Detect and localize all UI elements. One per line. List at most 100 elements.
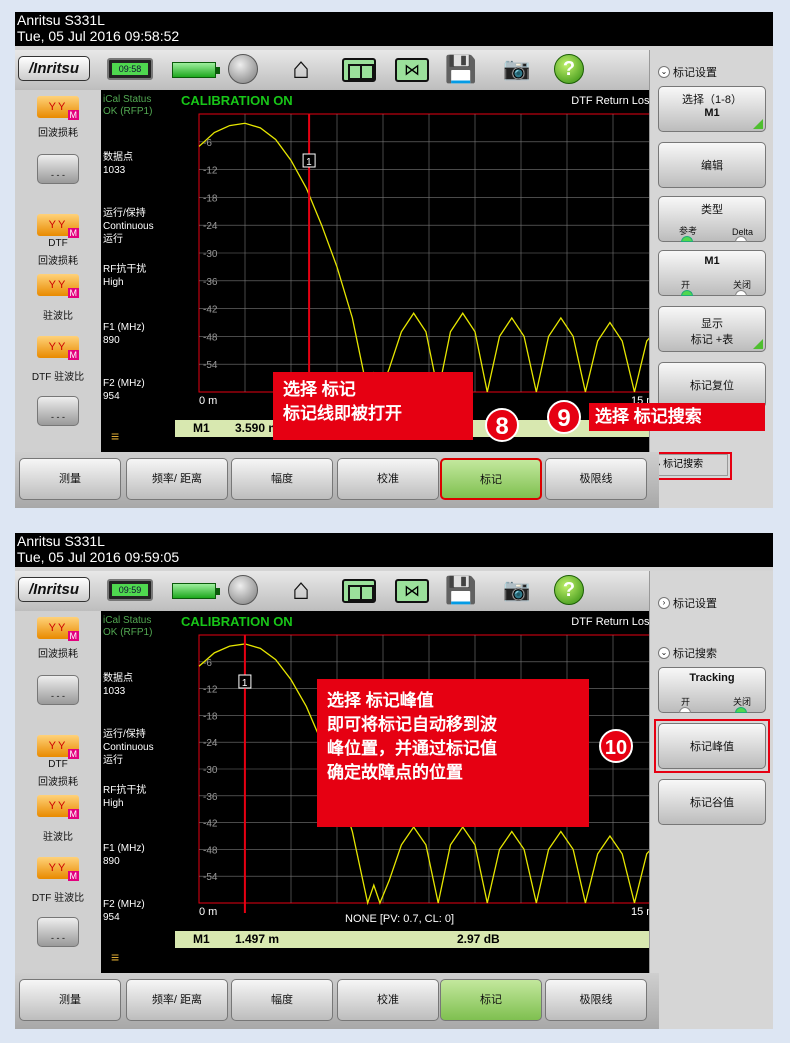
- empty-mode-button[interactable]: - - -: [37, 396, 79, 426]
- marker-setup-header[interactable]: › 标记设置: [658, 595, 717, 611]
- display-button[interactable]: 显示标记 +表: [658, 306, 766, 352]
- header-label: 标记设置: [673, 598, 717, 610]
- camera-icon[interactable]: 📷: [499, 575, 535, 605]
- menu-amplitude[interactable]: 幅度: [231, 458, 333, 500]
- search-status: NONE [PV: 0.7, CL: 0]: [345, 913, 455, 925]
- y-tick-label: -30: [203, 249, 218, 260]
- dtf-vswr-mode-icon[interactable]: YY M: [37, 857, 79, 891]
- help-icon[interactable]: ?: [554, 54, 584, 84]
- ical-value: OK (RFP1): [103, 627, 153, 638]
- y-tick-label: -18: [203, 711, 218, 722]
- points-label: 数据点: [103, 152, 133, 163]
- rf-value: High: [103, 798, 124, 809]
- device-name: Anritsu S331L: [17, 12, 105, 28]
- datetime: Tue, 05 Jul 2016 09:58:52: [17, 28, 180, 44]
- step-number-9: 9: [547, 400, 581, 434]
- menu-marker[interactable]: 标记: [440, 979, 542, 1021]
- mode-label: DTF 驻波比: [31, 893, 85, 904]
- datetime: Tue, 05 Jul 2016 09:59:05: [17, 549, 180, 565]
- f1-label: F1 (MHz): [103, 322, 145, 333]
- marker-valley-button[interactable]: 标记谷值: [658, 779, 766, 825]
- run-value-2: 运行: [103, 234, 123, 245]
- menu-marker[interactable]: 标记: [440, 458, 542, 500]
- rf-label: RF抗干扰: [103, 264, 147, 275]
- mode-column: YY M 回波损耗 - - - YY M DTF 回波损耗 YY M 驻波比 YY M …: [15, 611, 101, 973]
- select-marker-button[interactable]: 选择（1-8） M1: [658, 86, 766, 132]
- edit-button[interactable]: 编辑: [658, 142, 766, 188]
- run-value-2: 运行: [103, 755, 123, 766]
- option-off: 关闭: [732, 697, 751, 707]
- home-icon[interactable]: ⌂: [283, 54, 319, 84]
- highlight-box: [650, 452, 732, 480]
- menu-limit[interactable]: 极限线: [545, 979, 647, 1021]
- marker-type-toggle[interactable]: 类型 参考 Delta: [658, 196, 766, 242]
- layout-icon[interactable]: [342, 579, 376, 603]
- globe-icon[interactable]: [228, 54, 258, 84]
- y-tick-label: -24: [203, 738, 218, 749]
- home-icon[interactable]: ⌂: [283, 575, 319, 605]
- signal-icon[interactable]: ⋈: [395, 579, 429, 603]
- f2-label: F2 (MHz): [103, 899, 145, 910]
- marker-search-header[interactable]: ⌄ 标记搜索: [658, 645, 717, 661]
- selected-dot: [735, 707, 747, 713]
- empty-mode-button[interactable]: - - -: [37, 675, 79, 705]
- brand-logo: /Inritsu: [18, 577, 90, 602]
- mode-label: 驻波比: [43, 832, 73, 843]
- camera-icon[interactable]: 📷: [499, 54, 535, 84]
- vswr-mode-icon[interactable]: YY M: [37, 795, 79, 829]
- button-value: 标记 +表: [690, 334, 734, 346]
- marker-reset-button[interactable]: 标记复位: [658, 362, 766, 408]
- empty-mode-button[interactable]: - - -: [37, 154, 79, 184]
- tracking-toggle[interactable]: Tracking 开关闭: [658, 667, 766, 713]
- title-bar: Anritsu S331L Tue, 05 Jul 2016 09:58:52: [15, 12, 773, 46]
- marker-table-row: M1 1.497 m 2.97 dB: [175, 931, 659, 948]
- menu-amplitude[interactable]: 幅度: [231, 979, 333, 1021]
- analyzer-screen-2: Anritsu S331L Tue, 05 Jul 2016 09:59:05 …: [15, 533, 773, 1029]
- f1-value: 890: [103, 335, 120, 346]
- layout-icon[interactable]: [342, 58, 376, 82]
- globe-icon[interactable]: [228, 575, 258, 605]
- marker-setup-header[interactable]: ⌄ 标记设置: [658, 64, 717, 80]
- y-tick-label: -36: [203, 277, 218, 288]
- callout-line: 标记线即被打开: [283, 404, 402, 423]
- run-label: 运行/保持: [103, 729, 146, 740]
- mode-column: YY M 回波损耗 - - - YY M DTF 回波损耗 YY M 驻波比 YY M …: [15, 90, 101, 452]
- callout-step9: 选择 标记搜索: [589, 403, 765, 431]
- y-tick-label: -12: [203, 685, 218, 696]
- menu-measure[interactable]: 测量: [19, 458, 121, 500]
- marker-softkeys: ⌄ 标记设置 选择（1-8） M1 编辑 类型 参考 Delta M1 开关闭 显示标记 …: [649, 50, 773, 508]
- points-value: 1033: [103, 686, 126, 697]
- marker-on-off-toggle[interactable]: M1 开关闭: [658, 250, 766, 296]
- save-icon[interactable]: 💾: [443, 54, 479, 84]
- trace-line: [198, 122, 657, 395]
- list-icon[interactable]: ≡: [111, 429, 119, 443]
- marker-distance: 1.497 m: [235, 932, 280, 946]
- mode-label: 回波损耗: [38, 649, 78, 660]
- y-tick-label: -42: [203, 305, 218, 316]
- button-title: 显示: [701, 318, 723, 330]
- mode-label: 驻波比: [43, 311, 73, 322]
- unselected-dot: [679, 707, 691, 713]
- vswr-mode-icon[interactable]: YY M: [37, 274, 79, 308]
- mode-label: DTF 驻波比: [31, 372, 85, 383]
- dtf-vswr-mode-icon[interactable]: YY M: [37, 336, 79, 370]
- signal-icon[interactable]: ⋈: [395, 58, 429, 82]
- title-bar: Anritsu S331L Tue, 05 Jul 2016 09:59:05: [15, 533, 773, 567]
- y-tick-label: -54: [203, 360, 218, 371]
- menu-calibration[interactable]: 校准: [337, 979, 439, 1021]
- button-title: Tracking: [689, 672, 735, 684]
- empty-mode-button[interactable]: - - -: [37, 917, 79, 947]
- menu-measure[interactable]: 测量: [19, 979, 121, 1021]
- help-icon[interactable]: ?: [554, 575, 584, 605]
- menu-freq-distance[interactable]: 频率/ 距离: [126, 979, 228, 1021]
- battery-icon: [172, 62, 220, 78]
- selected-dot: [681, 290, 693, 296]
- menu-calibration[interactable]: 校准: [337, 458, 439, 500]
- menu-freq-distance[interactable]: 频率/ 距离: [126, 458, 228, 500]
- save-icon[interactable]: 💾: [443, 575, 479, 605]
- callout-line: 峰位置，并通过标记值: [327, 739, 497, 758]
- marker-value: 2.97 dB: [457, 932, 500, 946]
- highlight-box: [654, 719, 770, 773]
- menu-limit[interactable]: 极限线: [545, 458, 647, 500]
- list-icon[interactable]: ≡: [111, 950, 119, 964]
